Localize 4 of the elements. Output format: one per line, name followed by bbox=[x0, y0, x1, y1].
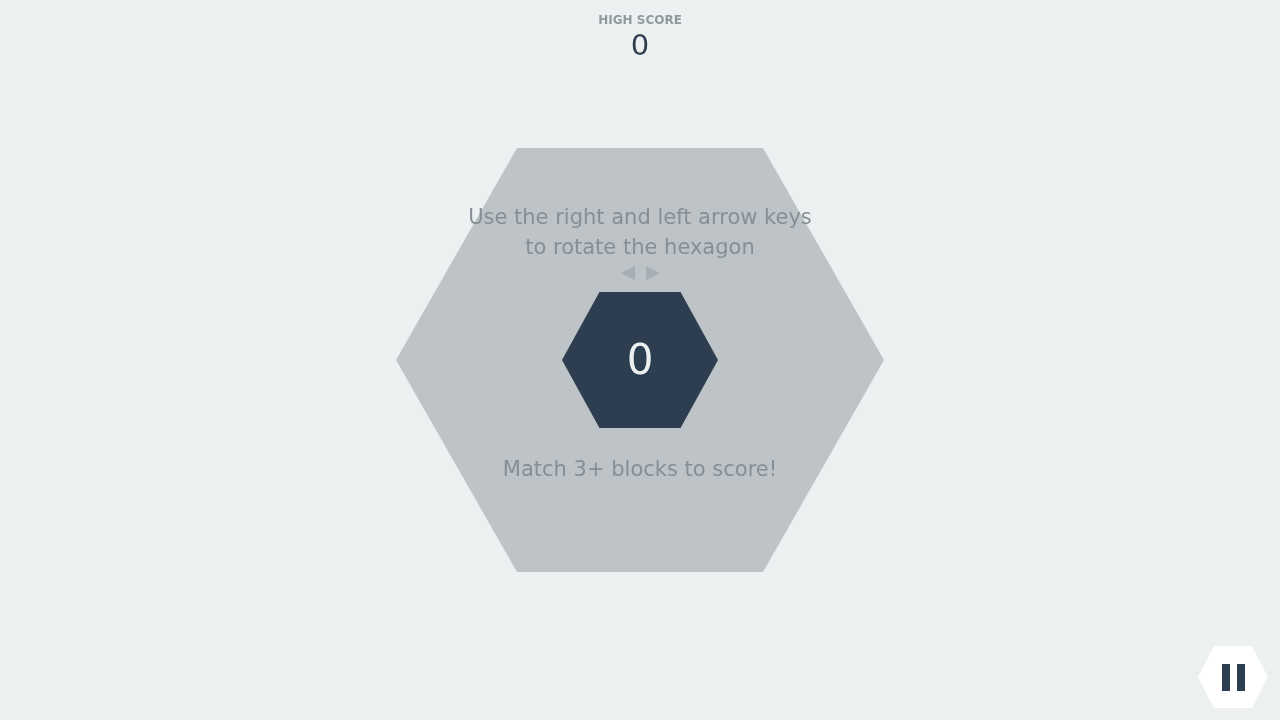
high-score-label: HIGH SCORE bbox=[598, 12, 682, 28]
high-score-value: 0 bbox=[630, 28, 650, 62]
pause-icon bbox=[1221, 663, 1245, 691]
score-value: 0 bbox=[626, 336, 654, 384]
